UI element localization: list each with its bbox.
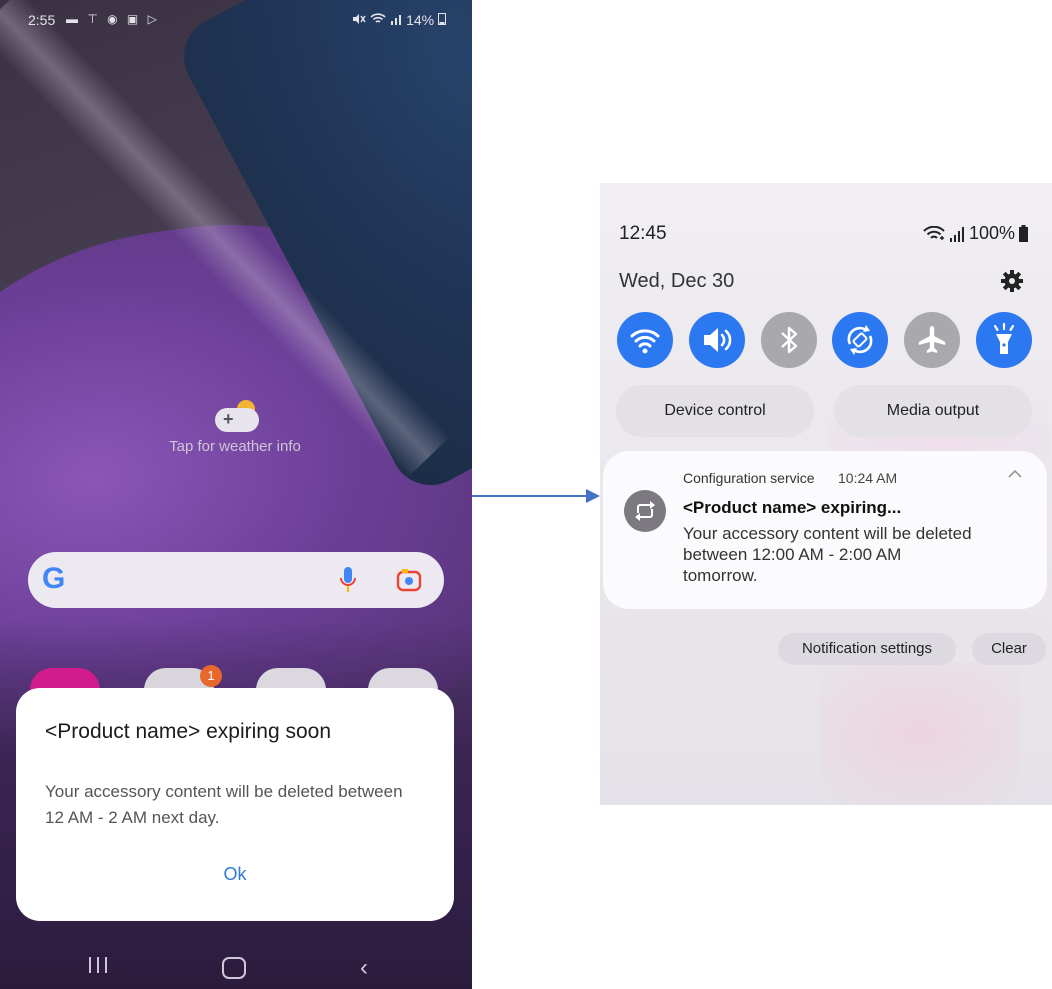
weather-cloud-icon: + — [211, 400, 259, 432]
weather-text: Tap for weather info — [169, 438, 301, 455]
battery-icon — [1019, 225, 1028, 242]
clear-button[interactable]: Clear — [972, 633, 1046, 665]
gear-icon[interactable] — [1000, 269, 1024, 293]
wifi-toggle[interactable] — [617, 312, 673, 368]
lens-icon[interactable] — [396, 568, 422, 592]
dialog-body: Your accessory content will be deleted b… — [45, 782, 403, 827]
auto-rotate-toggle[interactable] — [832, 312, 888, 368]
recents-icon[interactable] — [86, 956, 110, 974]
google-logo: G — [42, 562, 66, 595]
home-icon[interactable] — [222, 957, 246, 979]
status-bar: 12:45 100% — [600, 183, 1052, 244]
signal-icon — [949, 226, 964, 242]
date-label: Wed, Dec 30 — [619, 270, 735, 292]
mic-icon[interactable] — [338, 566, 358, 594]
bluetooth-toggle[interactable] — [761, 312, 817, 368]
flashlight-icon — [993, 322, 1015, 354]
notification-icons: ▬ ⊤ ◉ ▣ ▷ — [66, 12, 160, 26]
dialog-title: <Product name> expiring soon — [45, 720, 332, 743]
wifi-icon — [630, 329, 660, 354]
google-search-bar[interactable]: G — [28, 552, 444, 608]
battery-icon — [438, 13, 446, 25]
ok-button[interactable]: Ok — [16, 864, 454, 885]
status-right: 14% — [352, 12, 446, 28]
flashlight-toggle[interactable] — [976, 312, 1032, 368]
notification-card[interactable]: Configuration service 10:24 AM <Product … — [603, 451, 1047, 609]
notification-panel: 12:45 100% Wed, Dec 30 Device control Me… — [600, 183, 1052, 805]
bluetooth-icon — [781, 326, 798, 354]
arrow-icon — [472, 489, 600, 503]
status-time: 12:45 — [619, 223, 667, 244]
wifi-icon — [370, 13, 386, 23]
status-bar: 2:55 ▬ ⊤ ◉ ▣ ▷ 14% — [0, 0, 472, 40]
status-time: 2:55 — [28, 12, 56, 28]
notification-settings-button[interactable]: Notification settings — [778, 633, 956, 665]
notification-app-name: Configuration service — [683, 470, 815, 486]
sound-icon — [704, 328, 732, 352]
airplane-mode-toggle[interactable] — [904, 312, 960, 368]
device-control-button[interactable]: Device control — [616, 385, 814, 437]
sync-icon — [624, 490, 666, 532]
wifi-icon — [923, 225, 945, 240]
notification-badge: 1 — [200, 665, 222, 687]
navigation-bar: ‹ — [0, 940, 472, 989]
sound-toggle[interactable] — [689, 312, 745, 368]
signal-icon — [391, 15, 402, 25]
battery-percent: 100% — [968, 223, 1015, 243]
notification-title: <Product name> expiring... — [683, 498, 902, 517]
notification-time: 10:24 AM — [838, 470, 898, 486]
battery-percent: 14% — [406, 12, 435, 28]
expiry-dialog: <Product name> expiring soon Your access… — [16, 688, 454, 921]
chevron-up-icon[interactable] — [1008, 469, 1022, 479]
auto-rotate-icon — [847, 325, 873, 355]
back-icon[interactable]: ‹ — [360, 954, 368, 982]
media-output-button[interactable]: Media output — [834, 385, 1032, 437]
status-right: 100% — [923, 223, 1028, 244]
mute-icon — [353, 14, 367, 24]
notification-body: Your accessory content will be deleted b… — [683, 524, 972, 585]
airplane-icon — [918, 326, 946, 353]
home-screen: 2:55 ▬ ⊤ ◉ ▣ ▷ 14% + Tap for weather inf… — [0, 0, 472, 989]
weather-widget[interactable]: + Tap for weather info — [150, 400, 320, 455]
